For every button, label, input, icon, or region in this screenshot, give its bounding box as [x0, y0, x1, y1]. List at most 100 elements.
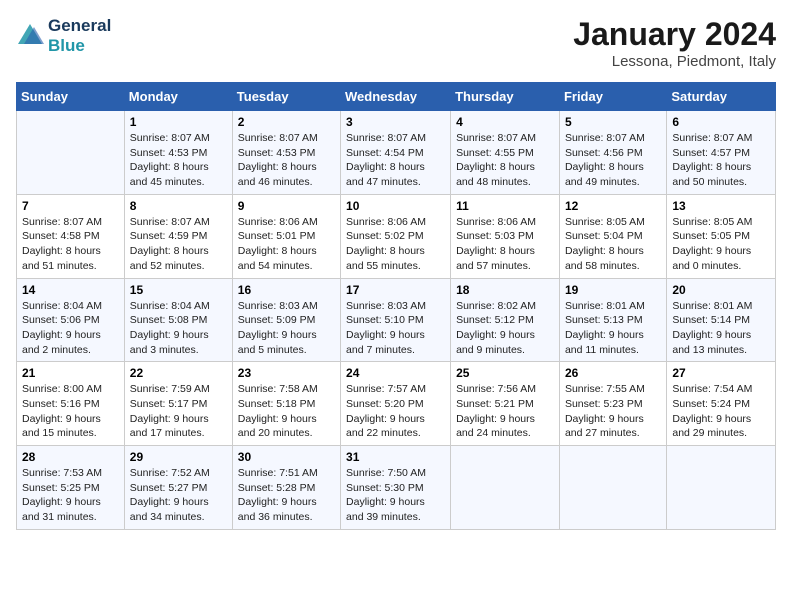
- calendar-cell: [451, 446, 560, 530]
- day-number: 28: [22, 450, 119, 464]
- day-number: 1: [130, 115, 227, 129]
- calendar-cell: [17, 111, 125, 195]
- day-info: Sunrise: 8:07 AMSunset: 4:53 PMDaylight:…: [238, 131, 335, 190]
- weekday-header-cell: Friday: [559, 83, 666, 111]
- calendar-cell: 7Sunrise: 8:07 AMSunset: 4:58 PMDaylight…: [17, 194, 125, 278]
- day-info: Sunrise: 8:05 AMSunset: 5:04 PMDaylight:…: [565, 215, 661, 274]
- calendar-cell: [667, 446, 776, 530]
- day-number: 12: [565, 199, 661, 213]
- calendar-cell: 14 Sunrise: 8:04 AMSunset: 5:06 PMDayligh…: [17, 278, 125, 362]
- calendar-cell: 29Sunrise: 7:52 AMSunset: 5:27 PMDayligh…: [124, 446, 232, 530]
- calendar-cell: [559, 446, 666, 530]
- day-number: 30: [238, 450, 335, 464]
- weekday-header-cell: Tuesday: [232, 83, 340, 111]
- calendar-cell: 16Sunrise: 8:03 AMSunset: 5:09 PMDayligh…: [232, 278, 340, 362]
- day-number: 13: [672, 199, 770, 213]
- calendar-cell: 28 Sunrise: 7:53 AMSunset: 5:25 PMDayligh…: [17, 446, 125, 530]
- day-number: 29: [130, 450, 227, 464]
- calendar-cell: 22 Sunrise: 7:59 AMSunset: 5:17 PMDayligh…: [124, 362, 232, 446]
- day-info: Sunrise: 8:06 AMSunset: 5:03 PMDaylight:…: [456, 215, 554, 274]
- day-number: 7: [22, 199, 119, 213]
- calendar-cell: 26 Sunrise: 7:55 AMSunset: 5:23 PMDayligh…: [559, 362, 666, 446]
- calendar-cell: 21 Sunrise: 8:00 AMSunset: 5:16 PMDayligh…: [17, 362, 125, 446]
- page-header: General Blue January 2024 Lessona, Piedm…: [16, 16, 776, 70]
- day-number: 5: [565, 115, 661, 129]
- weekday-header-cell: Thursday: [451, 83, 560, 111]
- weekday-header-cell: Monday: [124, 83, 232, 111]
- day-info: Sunrise: 7:56 AMSunset: 5:21 PMDaylight:…: [456, 382, 554, 441]
- day-info: Sunrise: 8:05 AMSunset: 5:05 PMDaylight:…: [672, 215, 770, 274]
- day-info: Sunrise: 8:04 AMSunset: 5:06 PMDaylight:…: [22, 299, 119, 358]
- day-info: Sunrise: 8:06 AMSunset: 5:01 PMDaylight:…: [238, 215, 335, 274]
- calendar-week-row: 21 Sunrise: 8:00 AMSunset: 5:16 PMDayligh…: [17, 362, 776, 446]
- calendar-cell: 8 Sunrise: 8:07 AMSunset: 4:59 PMDaylight…: [124, 194, 232, 278]
- day-number: 8: [130, 199, 227, 213]
- calendar-cell: 13 Sunrise: 8:05 AMSunset: 5:05 PMDayligh…: [667, 194, 776, 278]
- day-info: Sunrise: 8:07 AMSunset: 4:59 PMDaylight:…: [130, 215, 227, 274]
- day-info: Sunrise: 8:00 AMSunset: 5:16 PMDaylight:…: [22, 382, 119, 441]
- day-info: Sunrise: 8:03 AMSunset: 5:10 PMDaylight:…: [346, 299, 445, 358]
- day-number: 25: [456, 366, 554, 380]
- day-info: Sunrise: 7:53 AMSunset: 5:25 PMDaylight:…: [22, 466, 119, 525]
- day-number: 11: [456, 199, 554, 213]
- day-number: 22: [130, 366, 227, 380]
- calendar-cell: 31Sunrise: 7:50 AMSunset: 5:30 PMDayligh…: [341, 446, 451, 530]
- calendar-week-row: 14 Sunrise: 8:04 AMSunset: 5:06 PMDayligh…: [17, 278, 776, 362]
- day-info: Sunrise: 7:58 AMSunset: 5:18 PMDaylight:…: [238, 382, 335, 441]
- calendar-cell: 18 Sunrise: 8:02 AMSunset: 5:12 PMDayligh…: [451, 278, 560, 362]
- day-info: Sunrise: 7:50 AMSunset: 5:30 PMDaylight:…: [346, 466, 445, 525]
- day-info: Sunrise: 8:07 AMSunset: 4:53 PMDaylight:…: [130, 131, 227, 190]
- day-info: Sunrise: 8:07 AMSunset: 4:55 PMDaylight:…: [456, 131, 554, 190]
- calendar-cell: 27Sunrise: 7:54 AMSunset: 5:24 PMDayligh…: [667, 362, 776, 446]
- day-info: Sunrise: 8:01 AMSunset: 5:14 PMDaylight:…: [672, 299, 770, 358]
- calendar-cell: 24 Sunrise: 7:57 AMSunset: 5:20 PMDayligh…: [341, 362, 451, 446]
- day-number: 19: [565, 283, 661, 297]
- day-number: 15: [130, 283, 227, 297]
- calendar-cell: 3 Sunrise: 8:07 AMSunset: 4:54 PMDaylight…: [341, 111, 451, 195]
- calendar-cell: 20Sunrise: 8:01 AMSunset: 5:14 PMDayligh…: [667, 278, 776, 362]
- day-number: 23: [238, 366, 335, 380]
- calendar-cell: 23 Sunrise: 7:58 AMSunset: 5:18 PMDayligh…: [232, 362, 340, 446]
- calendar-cell: 30 Sunrise: 7:51 AMSunset: 5:28 PMDayligh…: [232, 446, 340, 530]
- weekday-header-cell: Sunday: [17, 83, 125, 111]
- calendar-cell: 9 Sunrise: 8:06 AMSunset: 5:01 PMDaylight…: [232, 194, 340, 278]
- calendar-cell: 4Sunrise: 8:07 AMSunset: 4:55 PMDaylight…: [451, 111, 560, 195]
- day-number: 6: [672, 115, 770, 129]
- day-number: 26: [565, 366, 661, 380]
- calendar-cell: 17 Sunrise: 8:03 AMSunset: 5:10 PMDayligh…: [341, 278, 451, 362]
- day-info: Sunrise: 8:03 AMSunset: 5:09 PMDaylight:…: [238, 299, 335, 358]
- day-number: 24: [346, 366, 445, 380]
- day-number: 3: [346, 115, 445, 129]
- day-info: Sunrise: 8:07 AMSunset: 4:54 PMDaylight:…: [346, 131, 445, 190]
- calendar-cell: 5Sunrise: 8:07 AMSunset: 4:56 PMDaylight…: [559, 111, 666, 195]
- calendar-cell: 2 Sunrise: 8:07 AMSunset: 4:53 PMDaylight…: [232, 111, 340, 195]
- day-number: 14: [22, 283, 119, 297]
- day-number: 21: [22, 366, 119, 380]
- day-info: Sunrise: 8:01 AMSunset: 5:13 PMDaylight:…: [565, 299, 661, 358]
- calendar-week-row: 28 Sunrise: 7:53 AMSunset: 5:25 PMDayligh…: [17, 446, 776, 530]
- day-info: Sunrise: 7:54 AMSunset: 5:24 PMDaylight:…: [672, 382, 770, 441]
- calendar-cell: 11 Sunrise: 8:06 AMSunset: 5:03 PMDayligh…: [451, 194, 560, 278]
- day-info: Sunrise: 7:57 AMSunset: 5:20 PMDaylight:…: [346, 382, 445, 441]
- calendar-cell: 6Sunrise: 8:07 AMSunset: 4:57 PMDaylight…: [667, 111, 776, 195]
- day-info: Sunrise: 8:04 AMSunset: 5:08 PMDaylight:…: [130, 299, 227, 358]
- day-info: Sunrise: 7:51 AMSunset: 5:28 PMDaylight:…: [238, 466, 335, 525]
- calendar-week-row: 1 Sunrise: 8:07 AMSunset: 4:53 PMDaylight…: [17, 111, 776, 195]
- calendar-cell: 15 Sunrise: 8:04 AMSunset: 5:08 PMDayligh…: [124, 278, 232, 362]
- weekday-header-cell: Saturday: [667, 83, 776, 111]
- calendar-cell: 12 Sunrise: 8:05 AMSunset: 5:04 PMDayligh…: [559, 194, 666, 278]
- day-number: 2: [238, 115, 335, 129]
- day-info: Sunrise: 8:02 AMSunset: 5:12 PMDaylight:…: [456, 299, 554, 358]
- day-number: 18: [456, 283, 554, 297]
- calendar-cell: 25 Sunrise: 7:56 AMSunset: 5:21 PMDayligh…: [451, 362, 560, 446]
- location: Lessona, Piedmont, Italy: [573, 53, 776, 70]
- day-number: 10: [346, 199, 445, 213]
- day-info: Sunrise: 7:59 AMSunset: 5:17 PMDaylight:…: [130, 382, 227, 441]
- day-number: 9: [238, 199, 335, 213]
- logo-text-general: General: [48, 16, 111, 35]
- day-number: 17: [346, 283, 445, 297]
- logo: General Blue: [16, 16, 111, 55]
- logo-icon: [16, 22, 44, 50]
- day-info: Sunrise: 7:55 AMSunset: 5:23 PMDaylight:…: [565, 382, 661, 441]
- weekday-header-row: SundayMondayTuesdayWednesdayThursdayFrid…: [17, 83, 776, 111]
